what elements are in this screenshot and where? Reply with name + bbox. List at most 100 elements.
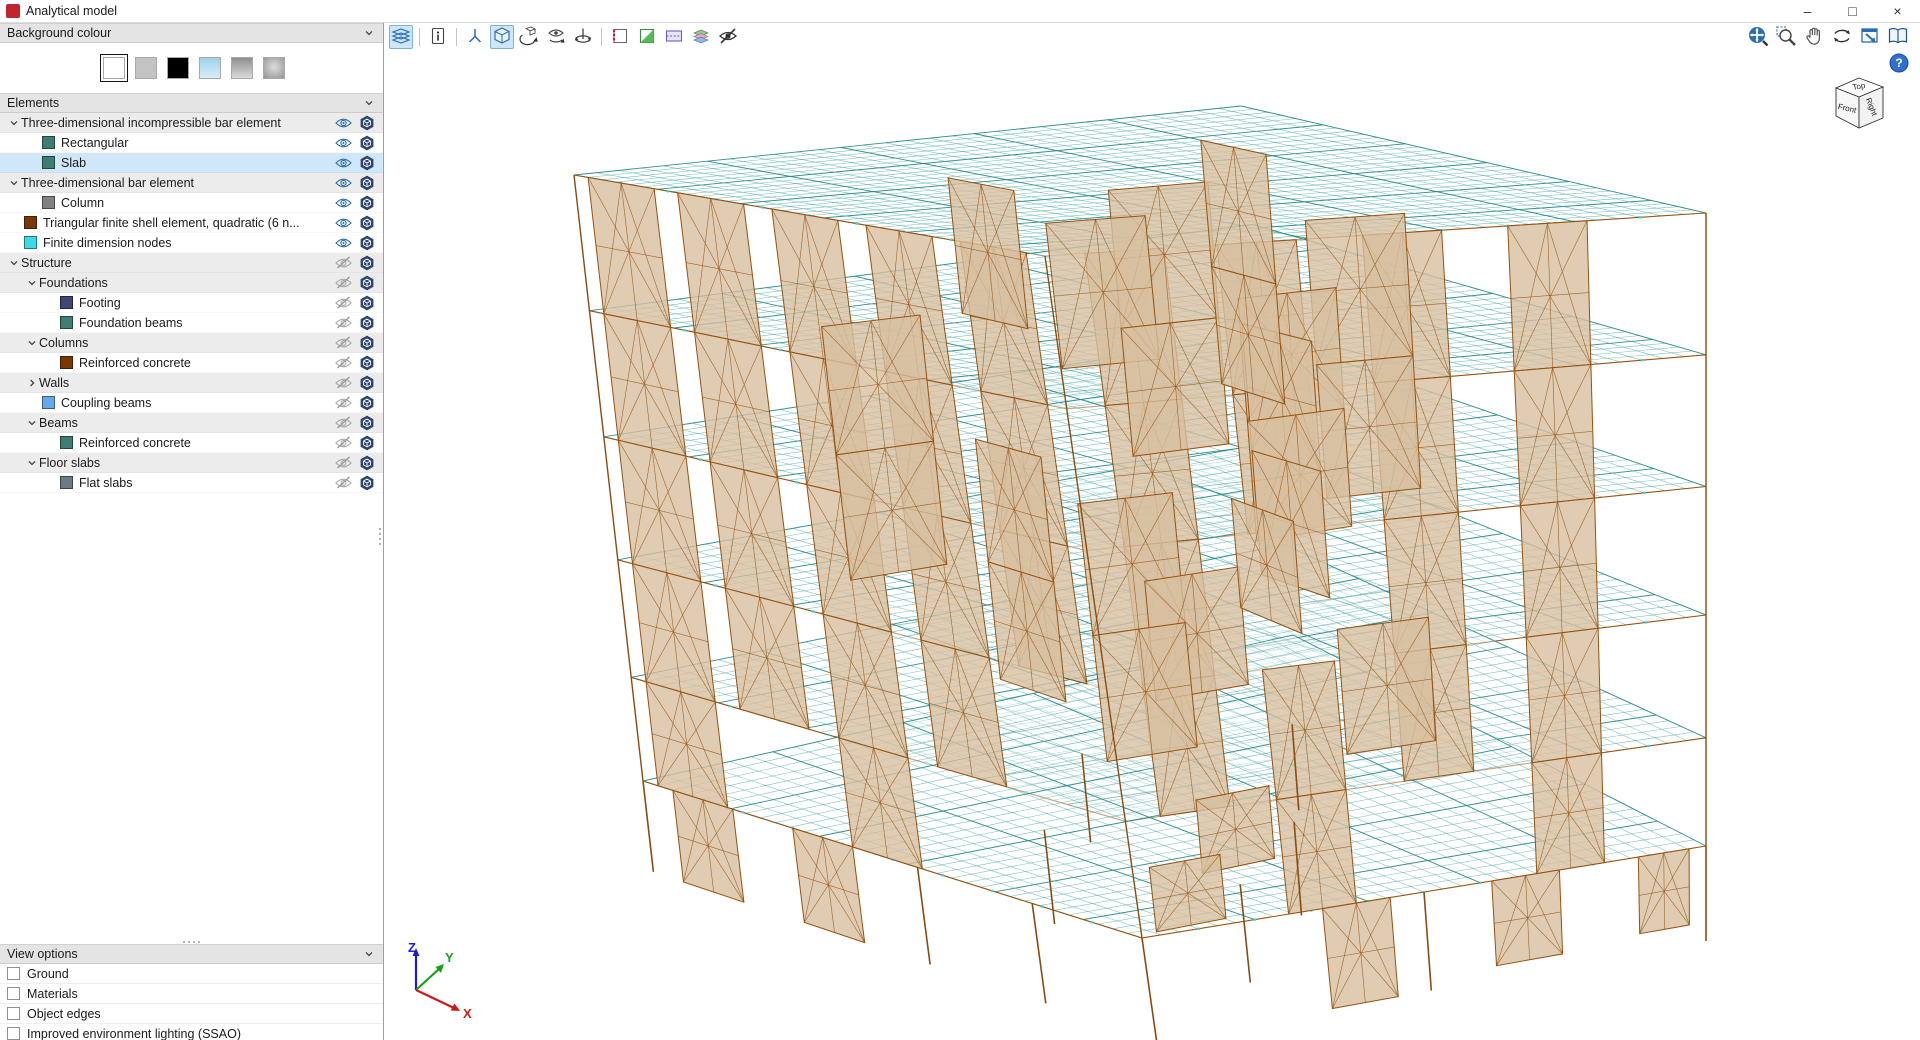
bg-swatch-white[interactable] (103, 57, 125, 79)
mesh-settings-icon[interactable] (355, 195, 378, 211)
clip-plane-green-button[interactable] (635, 25, 659, 49)
chevron-down-icon[interactable] (6, 178, 21, 188)
visibility-eye-off-icon[interactable] (332, 476, 355, 489)
mesh-settings-icon[interactable] (355, 435, 378, 451)
tree-row-columns[interactable]: Columns (0, 333, 383, 353)
view-option-materials[interactable]: Materials (0, 984, 383, 1004)
elements-header[interactable]: Elements (0, 93, 383, 113)
mesh-settings-icon[interactable] (355, 315, 378, 331)
visibility-eye-off-icon[interactable] (332, 316, 355, 329)
tree-row-three-dimensional-incompressible-bar-ele[interactable]: Three-dimensional incompressible bar ele… (0, 113, 383, 133)
mesh-settings-icon[interactable] (355, 255, 378, 271)
maximize-button[interactable]: □ (1830, 0, 1875, 22)
checkbox[interactable] (7, 1027, 20, 1040)
chevron-down-icon[interactable] (24, 458, 39, 468)
clip-plane-purple-button[interactable] (662, 25, 686, 49)
view-option-ground[interactable]: Ground (0, 964, 383, 984)
hide-elements-button[interactable] (716, 25, 740, 49)
tree-row-rectangular[interactable]: Rectangular (0, 133, 383, 153)
tree-row-foundation-beams[interactable]: Foundation beams (0, 313, 383, 333)
tree-row-floor-slabs[interactable]: Floor slabs (0, 453, 383, 473)
visibility-eye-off-icon[interactable] (332, 416, 355, 429)
visibility-eye-off-icon[interactable] (332, 376, 355, 389)
bg-swatch-light-grey[interactable] (135, 57, 157, 79)
local-axes-button[interactable] (463, 25, 487, 49)
visibility-eye-off-icon[interactable] (332, 396, 355, 409)
orbit-view-button[interactable] (544, 25, 568, 49)
tree-row-structure[interactable]: Structure (0, 253, 383, 273)
chevron-right-icon[interactable] (24, 378, 39, 388)
checkbox[interactable] (7, 1007, 20, 1020)
visibility-eye-icon[interactable] (332, 217, 355, 229)
open-manual-button[interactable] (1886, 25, 1910, 49)
building-model-render[interactable] (385, 23, 1920, 1040)
view-cube[interactable]: Top Front Right (1822, 70, 1896, 147)
sidebar-splitter-grip[interactable] (379, 528, 381, 545)
section-box-button[interactable] (608, 25, 632, 49)
tree-row-walls[interactable]: Walls (0, 373, 383, 393)
tree-row-flat-slabs[interactable]: Flat slabs (0, 473, 383, 493)
solid-view-button[interactable] (490, 25, 514, 49)
visibility-eye-icon[interactable] (332, 117, 355, 129)
zoom-extents-button[interactable] (1746, 25, 1770, 49)
tree-row-reinforced-concrete[interactable]: Reinforced concrete (0, 353, 383, 373)
view-option-improved-environment-lighting-ssao[interactable]: Improved environment lighting (SSAO) (0, 1024, 383, 1040)
turntable-view-button[interactable] (571, 25, 595, 49)
mesh-settings-icon[interactable] (355, 115, 378, 131)
previous-view-button[interactable] (1858, 25, 1882, 49)
tree-row-coupling-beams[interactable]: Coupling beams (0, 393, 383, 413)
tree-row-footing[interactable]: Footing (0, 293, 383, 313)
visibility-eye-off-icon[interactable] (332, 356, 355, 369)
chevron-down-icon[interactable] (24, 278, 39, 288)
mesh-settings-icon[interactable] (355, 135, 378, 151)
tree-row-three-dimensional-bar-element[interactable]: Three-dimensional bar element (0, 173, 383, 193)
mesh-settings-icon[interactable] (355, 175, 378, 191)
bg-swatch-blue-gradient[interactable] (199, 57, 221, 79)
mesh-settings-icon[interactable] (355, 415, 378, 431)
tree-row-column[interactable]: Column (0, 193, 383, 213)
slab-planes-button[interactable] (389, 25, 413, 49)
visibility-eye-off-icon[interactable] (332, 296, 355, 309)
minimize-button[interactable]: – (1785, 0, 1830, 22)
tree-row-slab[interactable]: Slab (0, 153, 383, 173)
close-button[interactable]: × (1875, 0, 1920, 22)
visibility-eye-off-icon[interactable] (332, 276, 355, 289)
visibility-eye-icon[interactable] (332, 237, 355, 249)
chevron-down-icon[interactable] (24, 418, 39, 428)
chevron-down-icon[interactable] (24, 338, 39, 348)
checkbox[interactable] (7, 987, 20, 1000)
visibility-eye-icon[interactable] (332, 157, 355, 169)
bg-swatch-black[interactable] (167, 57, 189, 79)
tree-row-finite-dimension-nodes[interactable]: Finite dimension nodes (0, 233, 383, 253)
mesh-settings-icon[interactable] (355, 335, 378, 351)
orbit-button[interactable] (1830, 25, 1854, 49)
model-3d-viewport[interactable] (385, 23, 1920, 1040)
visibility-eye-off-icon[interactable] (332, 456, 355, 469)
bg-swatch-radial-grey[interactable] (263, 57, 285, 79)
mesh-settings-icon[interactable] (355, 155, 378, 171)
visibility-eye-off-icon[interactable] (332, 436, 355, 449)
view-options-header[interactable]: View options (0, 944, 383, 964)
mesh-settings-icon[interactable] (355, 455, 378, 471)
view-options-splitter-grip[interactable] (0, 941, 383, 943)
rotate-view-button[interactable] (517, 25, 541, 49)
display-layers-button[interactable] (689, 25, 713, 49)
mesh-settings-icon[interactable] (355, 355, 378, 371)
background-colour-header[interactable]: Background colour (0, 23, 383, 43)
mesh-settings-icon[interactable] (355, 395, 378, 411)
tree-row-beams[interactable]: Beams (0, 413, 383, 433)
chevron-down-icon[interactable] (6, 258, 21, 268)
visibility-eye-icon[interactable] (332, 137, 355, 149)
mesh-settings-icon[interactable] (355, 375, 378, 391)
mesh-settings-icon[interactable] (355, 295, 378, 311)
tree-row-reinforced-concrete[interactable]: Reinforced concrete (0, 433, 383, 453)
zoom-window-button[interactable] (1774, 25, 1798, 49)
element-info-button[interactable] (426, 25, 450, 49)
mesh-settings-icon[interactable] (355, 275, 378, 291)
tree-row-foundations[interactable]: Foundations (0, 273, 383, 293)
tree-row-triangular-finite-shell-element-quadrati[interactable]: Triangular finite shell element, quadrat… (0, 213, 383, 233)
mesh-settings-icon[interactable] (355, 235, 378, 251)
visibility-eye-icon[interactable] (332, 197, 355, 209)
visibility-eye-icon[interactable] (332, 177, 355, 189)
checkbox[interactable] (7, 967, 20, 980)
